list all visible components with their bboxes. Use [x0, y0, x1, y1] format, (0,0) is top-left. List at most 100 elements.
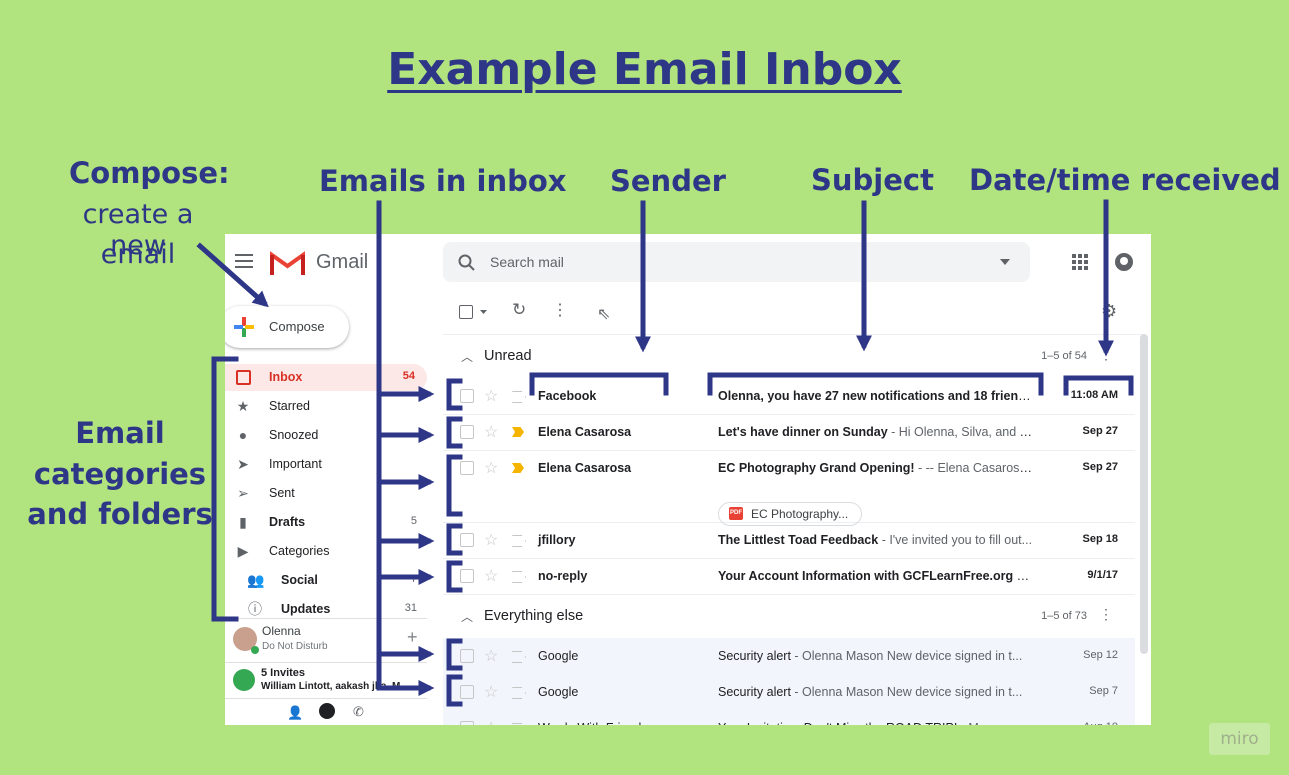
nav-item-important[interactable]: ➤ Important: [225, 451, 427, 478]
email-checkbox[interactable]: [460, 425, 474, 439]
section-count: 1–5 of 54: [1041, 350, 1087, 362]
emails-annotation: Emails in inbox: [319, 164, 567, 198]
section-header-everything-else[interactable]: ︿ Everything else 1–5 of 73 ⋮: [443, 596, 1135, 636]
email-checkbox[interactable]: [460, 389, 474, 403]
search-options-icon[interactable]: [1000, 259, 1010, 265]
email-date: Sep 7: [1089, 685, 1118, 697]
email-subject: Let's have dinner on Sunday - Hi Olenna,…: [718, 425, 1033, 439]
email-subject: Olenna, you have 27 new notifications an…: [718, 389, 1033, 403]
star-icon[interactable]: ☆: [484, 682, 498, 702]
nav-label: Snoozed: [269, 428, 319, 442]
email-checkbox[interactable]: [460, 533, 474, 547]
search-bar[interactable]: Search mail: [443, 242, 1030, 282]
nav-item-inbox[interactable]: Inbox 54: [225, 364, 427, 391]
search-icon: [458, 254, 475, 271]
nav-label: Drafts: [269, 515, 306, 529]
email-subject: Security alert - Olenna Mason New device…: [718, 649, 1023, 663]
email-checkbox[interactable]: [460, 569, 474, 583]
select-all-checkbox[interactable]: [459, 305, 473, 319]
email-sender: no-reply: [538, 569, 588, 583]
inbox-icon: [236, 370, 251, 385]
scrollbar[interactable]: [1140, 334, 1148, 654]
collapse-icon[interactable]: ︿: [461, 348, 473, 365]
star-icon: ★: [236, 398, 250, 414]
email-row[interactable]: ☆ Words With Friends Your Invitation: Don'…: [443, 710, 1135, 725]
invites-item[interactable]: 5 Invites William Lintott, aakash jha, M…: [225, 662, 427, 699]
nav-label: Updates: [281, 602, 331, 616]
email-date: Sep 27: [1082, 461, 1118, 473]
email-row[interactable]: ☆ Elena Casarosa Let's have dinner on Sund…: [443, 414, 1135, 451]
star-icon[interactable]: ☆: [484, 646, 498, 666]
nav-item-social[interactable]: 👥 Social 7: [225, 567, 427, 594]
email-snippet: - Hi Olenna, Silva, and Ti...: [887, 425, 1033, 439]
email-row[interactable]: ☆ Elena Casarosa EC Photography Grand Open…: [443, 450, 1135, 526]
invites-icon: [233, 669, 255, 691]
email-checkbox[interactable]: [460, 685, 474, 699]
email-sender: Elena Casarosa: [538, 425, 632, 439]
add-chat-icon[interactable]: +: [407, 627, 418, 648]
nav-item-categories[interactable]: ▶ Categories: [225, 538, 427, 565]
user-status: Do Not Disturb: [262, 641, 328, 652]
contacts-icon[interactable]: 👤: [287, 705, 303, 721]
importance-marker-icon[interactable]: [512, 687, 526, 699]
importance-marker-icon[interactable]: [512, 571, 526, 583]
email-sender: jfillory: [538, 533, 576, 547]
email-row[interactable]: ☆ Facebook Olenna, you have 27 new notific…: [443, 378, 1135, 415]
star-icon[interactable]: ☆: [484, 718, 498, 725]
settings-gear-icon[interactable]: ⚙: [1101, 301, 1117, 322]
email-subject: The Littlest Toad Feedback - I've invite…: [718, 533, 1033, 547]
email-snippet: - H...: [1016, 569, 1033, 583]
compose-button[interactable]: Compose: [225, 306, 349, 348]
importance-marker-icon[interactable]: [512, 651, 526, 663]
menu-icon[interactable]: [235, 254, 253, 268]
gmail-wordmark: Gmail: [316, 251, 369, 273]
email-snippet: - -- Elena Casarosa E...: [918, 461, 1033, 475]
invites-title: 5 Invites: [261, 667, 306, 679]
label-icon: ▶: [237, 543, 249, 559]
search-input[interactable]: Search mail: [490, 254, 564, 270]
hangouts-tabs: 👤 ✆: [225, 698, 427, 725]
section-header-unread[interactable]: ︿ Unread 1–5 of 54 ⋮: [443, 336, 1135, 376]
categories-annotation-line2: categories: [33, 457, 207, 491]
hangouts-icon[interactable]: [319, 703, 335, 719]
importance-marker-icon[interactable]: [512, 427, 524, 437]
toolbar-divider: [443, 334, 1143, 335]
more-options-icon[interactable]: ⋮: [552, 300, 568, 320]
importance-marker-icon[interactable]: [512, 535, 526, 547]
star-icon[interactable]: ☆: [484, 530, 498, 550]
email-date: 9/1/17: [1087, 569, 1118, 581]
select-dropdown-icon[interactable]: [480, 310, 487, 314]
email-snippet: - I've invited you to fill out...: [878, 533, 1033, 547]
compose-annotation-line2: email: [100, 239, 176, 270]
notifications-icon[interactable]: [1114, 252, 1134, 272]
important-icon: ➤: [237, 456, 249, 472]
hangouts-user[interactable]: Olenna Do Not Disturb +: [225, 618, 427, 663]
email-snippet: - Olenna Mason New device signed in t...: [790, 685, 1023, 699]
email-checkbox[interactable]: [460, 649, 474, 663]
email-subject: Your Account Information with GCFLearnFr…: [718, 569, 1033, 583]
email-row[interactable]: ☆ Google Security alert - Olenna Mason New…: [443, 638, 1135, 675]
email-checkbox[interactable]: [460, 721, 474, 725]
star-icon[interactable]: ☆: [484, 566, 498, 586]
importance-marker-icon[interactable]: [512, 723, 526, 725]
importance-marker-icon[interactable]: [512, 391, 526, 403]
importance-marker-icon[interactable]: [512, 463, 524, 473]
phone-icon[interactable]: ✆: [353, 704, 364, 720]
section-menu-icon[interactable]: ⋮: [1099, 346, 1113, 363]
star-icon[interactable]: ☆: [484, 386, 498, 406]
email-checkbox[interactable]: [460, 461, 474, 475]
collapse-icon[interactable]: ︿: [461, 608, 473, 625]
apps-grid-icon[interactable]: [1072, 254, 1088, 270]
nav-item-snoozed[interactable]: ● Snoozed: [225, 422, 427, 449]
nav-item-sent[interactable]: ➢ Sent: [225, 480, 427, 507]
star-icon[interactable]: ☆: [484, 458, 498, 478]
nav-item-drafts[interactable]: ▮ Drafts 5: [225, 509, 427, 536]
refresh-icon[interactable]: ↻: [512, 300, 526, 320]
nav-item-starred[interactable]: ★ Starred: [225, 393, 427, 420]
email-row[interactable]: ☆ jfillory The Littlest Toad Feedback - I'…: [443, 522, 1135, 559]
email-row[interactable]: ☆ no-reply Your Account Information with G…: [443, 558, 1135, 595]
section-menu-icon[interactable]: ⋮: [1099, 606, 1113, 623]
email-row[interactable]: ☆ Google Security alert - Olenna Mason New…: [443, 674, 1135, 711]
email-date: Sep 27: [1082, 425, 1118, 437]
star-icon[interactable]: ☆: [484, 422, 498, 442]
